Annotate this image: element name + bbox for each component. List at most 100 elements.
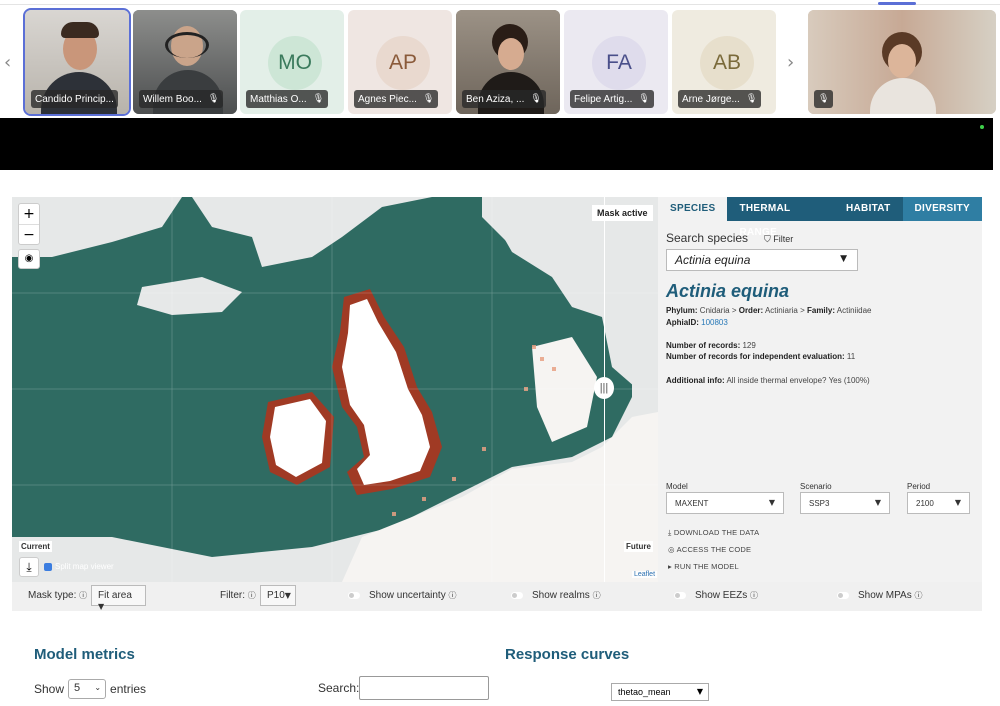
participant-strip: ‹ › Candido Princip... Willem Boo... 🎙 MO… [0, 0, 1000, 118]
show-eezs-label: Show EEZs ⓘ [695, 590, 759, 601]
next-participants-arrow-icon[interactable]: › [787, 52, 794, 73]
aphia-id-link[interactable]: 100803 [701, 318, 728, 327]
variable-select[interactable]: thetao_mean ▼ [611, 683, 709, 701]
muted-mic-icon: 🎙 [818, 94, 830, 104]
info-icon[interactable]: ⓘ [915, 591, 923, 600]
scenario-label: Scenario [800, 482, 832, 491]
speaker-mic-badge: 🎙 [814, 90, 834, 108]
filter-icon: ⛉ [764, 234, 774, 244]
caret-down-icon: ▼ [98, 602, 105, 611]
status-dot [980, 125, 984, 129]
zoom-out-button[interactable]: − [19, 224, 39, 244]
speaker-tile[interactable]: 🎙 [808, 10, 996, 114]
taxonomy-line: Phylum: Cnidaria > Order: Actiniaria > F… [666, 306, 872, 315]
muted-mic-icon: 🎙 [530, 94, 542, 104]
download-icon[interactable]: ⤓ [19, 557, 39, 577]
participant-name: Agnes Piec... 🎙 [354, 90, 439, 108]
info-icon[interactable]: ⓘ [449, 591, 457, 600]
table-search-input[interactable] [359, 676, 489, 700]
filter-select[interactable]: P10▼ [260, 585, 296, 606]
eezs-toggle[interactable] [674, 592, 686, 599]
participant-name: Matthias O... 🎙 [246, 90, 329, 108]
info-icon[interactable]: ⓘ [750, 591, 758, 600]
info-icon[interactable]: ⓘ [593, 591, 601, 600]
species-distribution-map[interactable]: + − ◉ Mask active ||| Current Future ⤓ S… [12, 197, 658, 582]
split-map-toggle[interactable]: Split map viewer [44, 562, 114, 571]
records-line: Number of records: 129 [666, 341, 756, 350]
aphia-line: AphiaID: 100803 [666, 318, 728, 327]
independent-records-line: Number of records for independent evalua… [666, 352, 856, 361]
info-icon[interactable]: ⓘ [248, 591, 256, 600]
show-label: Show [34, 682, 65, 696]
filter-label: Filter: ⓘ [220, 590, 256, 601]
checkbox-icon[interactable] [44, 562, 52, 571]
model-label: Model [666, 482, 688, 491]
uncertainty-toggle[interactable] [348, 592, 360, 599]
download-data-link[interactable]: ⤓ DOWNLOAD THE DATA [668, 528, 759, 538]
participant-tile[interactable]: Ben Aziza, ... 🎙 [456, 10, 560, 114]
split-handle[interactable]: ||| [594, 377, 614, 399]
future-label: Future [624, 541, 653, 552]
top-divider [0, 4, 1000, 5]
table-search-label: Search: [318, 681, 360, 695]
caret-down-icon: ⌄ [94, 683, 102, 692]
play-icon: ▸ [668, 562, 672, 571]
realms-toggle[interactable] [511, 592, 523, 599]
caret-down-icon: ▼ [954, 498, 961, 507]
participant-tile[interactable]: Candido Princip... [23, 8, 131, 116]
muted-mic-icon: 🎙 [638, 94, 650, 104]
model-metrics-title: Model metrics [34, 646, 135, 663]
show-realms-label: Show realms ⓘ [532, 590, 601, 601]
tab-habitat[interactable]: HABITAT [834, 197, 903, 221]
prev-participants-arrow-icon[interactable]: ‹ [4, 52, 11, 73]
info-icon[interactable]: ⓘ [79, 591, 87, 600]
video-bar [0, 118, 993, 170]
caret-down-icon: ▼ [840, 254, 847, 264]
show-entries-control: Show 5 ⌄ entries [34, 679, 146, 699]
muted-mic-icon: 🎙 [745, 94, 758, 104]
tab-diversity[interactable]: DIVERSITY [902, 197, 982, 221]
zoom-in-button[interactable]: + [19, 204, 39, 224]
species-panel: SPECIES THERMAL RANGE HABITAT DIVERSITY … [658, 197, 982, 582]
response-curves-title: Response curves [505, 646, 630, 663]
filter-button[interactable]: ⛉ Filter [764, 234, 793, 245]
participant-tile[interactable]: AP Agnes Piec... 🎙 [348, 10, 452, 114]
participant-tile[interactable]: MO Matthias O... 🎙 [240, 10, 344, 114]
additional-info-line: Additional info: All inside thermal enve… [666, 376, 870, 385]
participant-tile[interactable]: AB Arne Jørge... 🎙 [672, 10, 776, 114]
access-code-link[interactable]: ◎ ACCESS THE CODE [668, 545, 751, 554]
model-select[interactable]: MAXENT ▼ [666, 492, 784, 514]
entries-label: entries [110, 682, 147, 696]
participant-tile[interactable]: Willem Boo... 🎙 [133, 10, 237, 114]
species-title: Actinia equina [666, 281, 790, 301]
period-label: Period [907, 482, 931, 491]
current-label: Current [19, 541, 52, 552]
search-species-label: Search species [666, 231, 749, 245]
app-root: ‹ › Candido Princip... Willem Boo... 🎙 MO… [0, 0, 1000, 706]
participant-name: Willem Boo... 🎙 [139, 90, 224, 108]
period-select[interactable]: 2100 ▼ [907, 492, 970, 514]
show-mpas-label: Show MPAs ⓘ [858, 590, 923, 601]
mask-type-select[interactable]: Fit area ▼ [91, 585, 146, 611]
split-map-label: Split map viewer [55, 562, 114, 571]
species-select[interactable]: Actinia equina ▼ [666, 249, 858, 271]
run-model-link[interactable]: ▸ RUN THE MODEL [668, 562, 739, 571]
show-uncertainty-label: Show uncertainty ⓘ [369, 590, 457, 601]
participant-name: Ben Aziza, ... 🎙 [462, 90, 546, 108]
muted-mic-icon: 🎙 [422, 94, 435, 104]
mask-active-badge: Mask active [592, 205, 653, 221]
tab-species[interactable]: SPECIES [658, 197, 728, 221]
entries-select[interactable]: 5 ⌄ [68, 679, 107, 699]
leaflet-attribution[interactable]: Leaflet [632, 571, 658, 578]
eye-icon[interactable]: ◉ [18, 249, 40, 269]
panel-tabs: SPECIES THERMAL RANGE HABITAT DIVERSITY [658, 197, 982, 238]
zoom-control: + − [18, 203, 40, 245]
scenario-select[interactable]: SSP3 ▼ [800, 492, 890, 514]
avatar: AP [376, 36, 430, 90]
map-canvas [12, 197, 658, 582]
mpas-toggle[interactable] [837, 592, 849, 599]
participant-tile[interactable]: FA Felipe Artig... 🎙 [564, 10, 668, 114]
tab-thermal-range[interactable]: THERMAL RANGE [727, 197, 834, 238]
github-icon: ◎ [668, 545, 675, 554]
download-icon: ⤓ [668, 528, 672, 537]
